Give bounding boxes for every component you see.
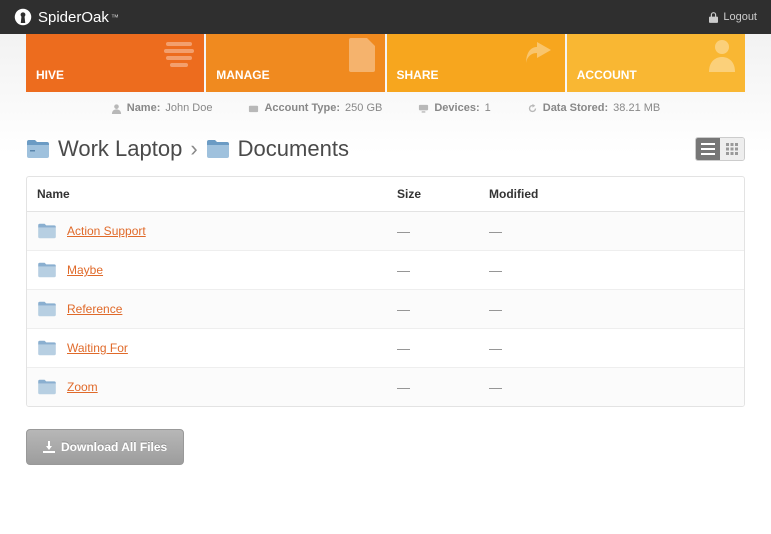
grid-icon xyxy=(726,143,738,155)
cell-modified: — xyxy=(489,302,734,317)
view-grid-button[interactable] xyxy=(720,138,744,160)
breadcrumb-seg-1[interactable]: Work Laptop xyxy=(58,136,182,162)
info-acct-value: 250 GB xyxy=(345,102,382,114)
folder-icon xyxy=(37,340,57,356)
list-icon xyxy=(701,143,715,155)
breadcrumb: Work Laptop › Documents xyxy=(26,136,349,162)
lock-icon xyxy=(709,12,718,23)
folder-link[interactable]: Waiting For xyxy=(67,341,128,355)
col-size: Size xyxy=(397,187,489,201)
view-toggle xyxy=(695,137,745,161)
refresh-icon xyxy=(527,103,538,114)
spideroak-keyhole-icon xyxy=(14,8,32,26)
breadcrumb-seg-2[interactable]: Documents xyxy=(238,136,349,162)
folder-icon xyxy=(37,379,57,395)
download-row: Download All Files xyxy=(26,407,745,495)
breadcrumb-sep: › xyxy=(190,136,197,162)
breadcrumb-row: Work Laptop › Documents xyxy=(26,136,745,176)
share-icon xyxy=(523,38,557,68)
folder-icon xyxy=(37,301,57,317)
tab-manage[interactable]: MANAGE xyxy=(206,34,384,92)
tab-account[interactable]: ACCOUNT xyxy=(567,34,745,92)
folder-link[interactable]: Action Support xyxy=(67,224,146,238)
info-dev-value: 1 xyxy=(485,102,491,114)
cell-size: — xyxy=(397,341,489,356)
user-icon xyxy=(111,103,122,114)
cell-modified: — xyxy=(489,341,734,356)
info-account-type: Account Type: 250 GB xyxy=(248,102,382,114)
col-name: Name xyxy=(37,187,397,201)
main-tabs: HIVE MANAGE SHARE ACCOUNT xyxy=(26,34,745,92)
logout-link[interactable]: Logout xyxy=(709,11,757,23)
cell-modified: — xyxy=(489,224,734,239)
info-name: Name: John Doe xyxy=(111,102,213,114)
folder-icon xyxy=(37,223,57,239)
cell-modified: — xyxy=(489,380,734,395)
info-data-stored: Data Stored: 38.21 MB xyxy=(527,102,661,114)
cell-modified: — xyxy=(489,263,734,278)
tab-account-label: ACCOUNT xyxy=(577,68,637,82)
folder-icon xyxy=(37,262,57,278)
hive-icon xyxy=(162,38,196,68)
table-body: Action Support——Maybe——Reference——Waitin… xyxy=(27,212,744,406)
logout-label: Logout xyxy=(723,11,757,23)
info-stored-value: 38.21 MB xyxy=(613,102,660,114)
file-table: Name Size Modified Action Support——Maybe… xyxy=(26,176,745,407)
info-bar: Name: John Doe Account Type: 250 GB Devi… xyxy=(26,92,745,136)
info-devices: Devices: 1 xyxy=(418,102,490,114)
info-name-value: John Doe xyxy=(165,102,212,114)
document-icon xyxy=(349,38,377,72)
tab-share[interactable]: SHARE xyxy=(387,34,565,92)
table-row: Waiting For —— xyxy=(27,329,744,368)
tab-manage-label: MANAGE xyxy=(216,68,269,82)
table-row: Action Support —— xyxy=(27,212,744,251)
cell-size: — xyxy=(397,263,489,278)
folder-link[interactable]: Maybe xyxy=(67,263,103,277)
brand-tm: ™ xyxy=(111,13,119,22)
person-icon xyxy=(707,38,737,72)
table-row: Reference —— xyxy=(27,290,744,329)
tab-hive[interactable]: HIVE xyxy=(26,34,204,92)
card-icon xyxy=(248,103,259,114)
monitor-icon xyxy=(418,103,429,114)
info-stored-label: Data Stored: xyxy=(543,102,608,114)
cell-size: — xyxy=(397,302,489,317)
table-header: Name Size Modified xyxy=(27,177,744,212)
folder-link[interactable]: Reference xyxy=(67,302,122,316)
folder-icon xyxy=(26,139,50,159)
content-wrap: HIVE MANAGE SHARE ACCOUNT xyxy=(0,34,771,495)
download-icon xyxy=(43,441,55,453)
folder-icon xyxy=(206,139,230,159)
brand-logo[interactable]: SpiderOak ™ xyxy=(14,8,119,26)
view-list-button[interactable] xyxy=(696,138,720,160)
table-row: Zoom —— xyxy=(27,368,744,406)
folder-link[interactable]: Zoom xyxy=(67,380,98,394)
info-name-label: Name: xyxy=(127,102,161,114)
download-all-button[interactable]: Download All Files xyxy=(26,429,184,465)
info-acct-label: Account Type: xyxy=(264,102,340,114)
cell-size: — xyxy=(397,224,489,239)
download-all-label: Download All Files xyxy=(61,440,167,454)
table-row: Maybe —— xyxy=(27,251,744,290)
tab-hive-label: HIVE xyxy=(36,68,64,82)
tab-share-label: SHARE xyxy=(397,68,439,82)
top-bar: SpiderOak ™ Logout xyxy=(0,0,771,34)
brand-name: SpiderOak xyxy=(38,9,109,26)
col-modified: Modified xyxy=(489,187,734,201)
cell-size: — xyxy=(397,380,489,395)
info-dev-label: Devices: xyxy=(434,102,479,114)
